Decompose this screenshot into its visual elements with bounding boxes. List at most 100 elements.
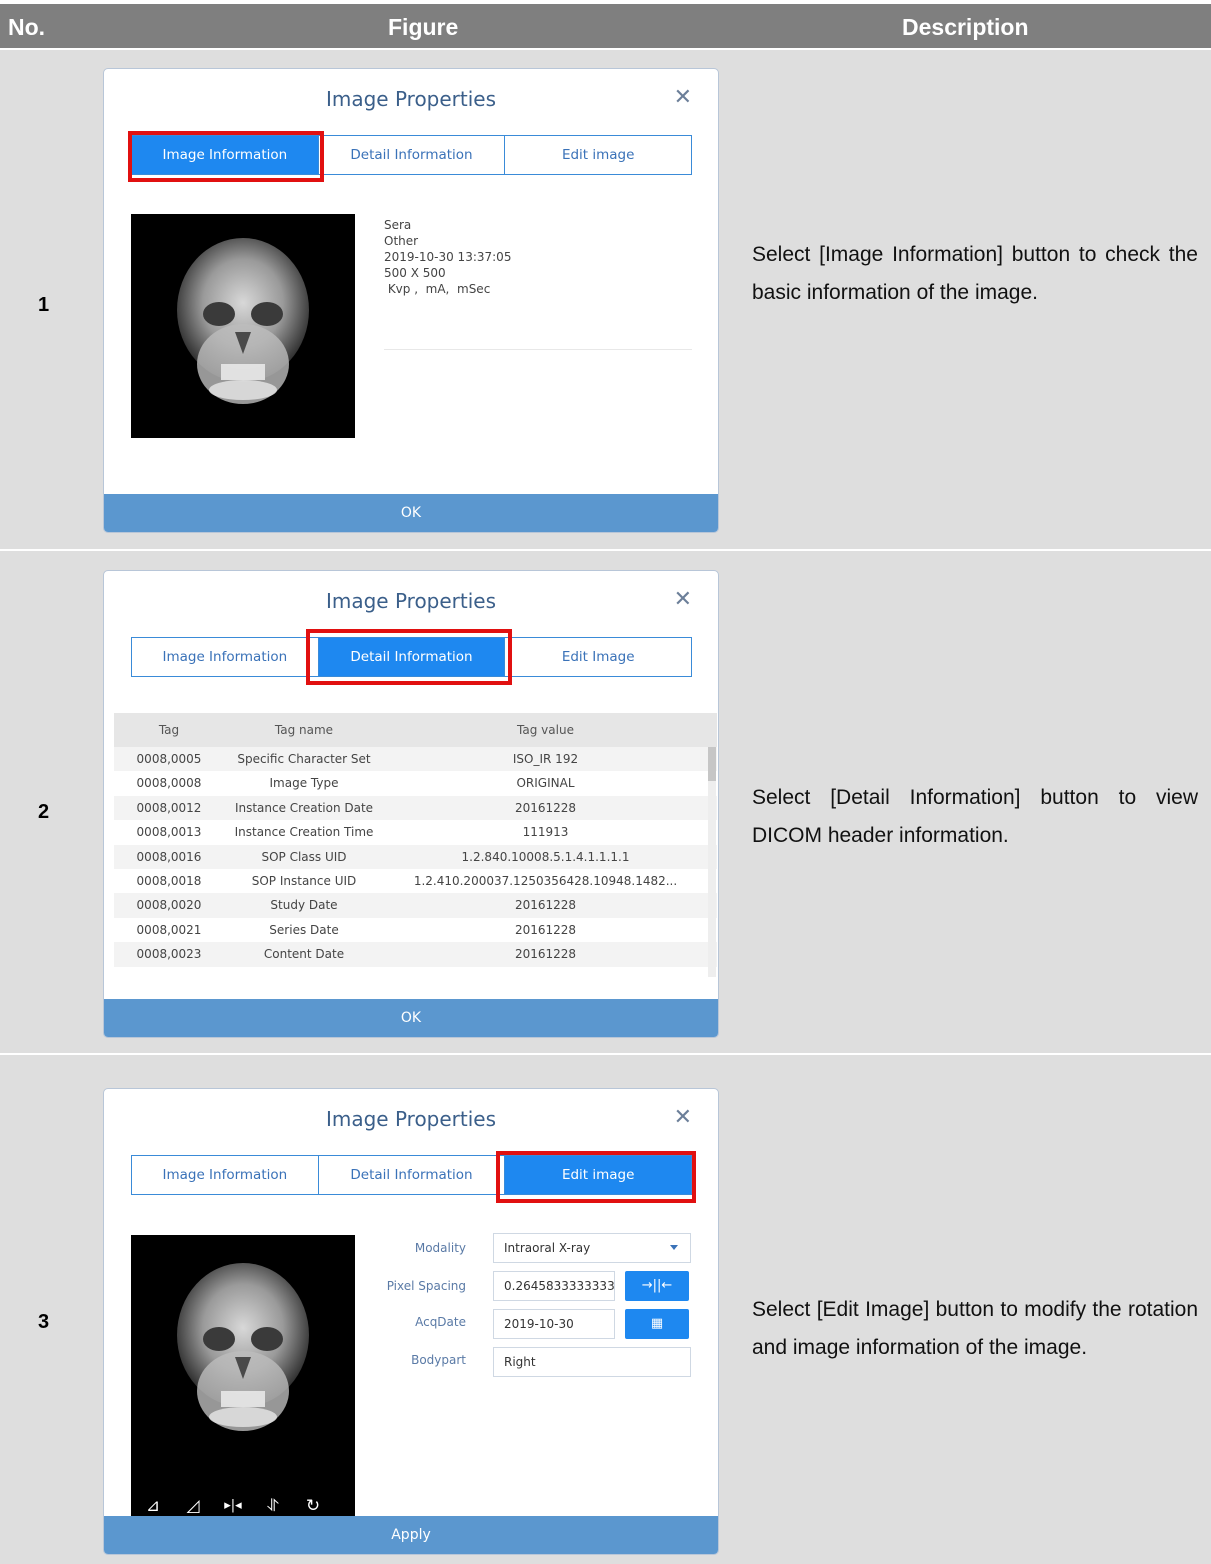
tab-bar: Image Information Detail Information Edi…	[131, 637, 692, 677]
tag-name-cell: Image Type	[269, 776, 339, 791]
ok-button[interactable]: OK	[104, 494, 718, 532]
tag-cell: 0008,0020	[136, 898, 202, 913]
table-row[interactable]: 0008,0023 Content Date 20161228	[114, 942, 717, 967]
tag-name-cell: SOP Class UID	[261, 849, 347, 864]
dialog-title: Image Properties	[325, 87, 497, 111]
tag-value-cell: 1.2.410.200037.1250356428.10948.1482...	[413, 873, 678, 888]
image-properties-dialog: Image Properties ✕ Image Information Det…	[103, 68, 719, 533]
dialog-title: Image Properties	[325, 589, 497, 613]
table-row[interactable]: 0008,0018 SOP Instance UID 1.2.410.200037.…	[114, 869, 717, 893]
scrollbar-thumb[interactable]	[708, 747, 716, 781]
apply-button[interactable]: Apply	[104, 1516, 718, 1554]
skull-image	[177, 238, 309, 404]
tag-cell: 0008,0023	[136, 947, 202, 962]
tag-name-cell: Instance Creation Time	[234, 825, 374, 840]
acqdate-input[interactable]: 2019-10-30	[493, 1309, 615, 1339]
tab-edit-image[interactable]: Edit image	[505, 1156, 692, 1194]
tag-cell: 0008,0008	[136, 776, 202, 791]
chevron-down-icon	[670, 1245, 678, 1250]
tag-value-cell: ISO_IR 192	[512, 752, 579, 766]
table-row[interactable]: 0008,0008 Image Type ORIGINAL	[114, 771, 717, 795]
tag-name-cell: Study Date	[270, 898, 338, 913]
ok-button[interactable]: OK	[104, 999, 718, 1037]
table-row[interactable]: 0008,0013 Instance Creation Time 111913	[114, 820, 717, 844]
row-number: 2	[38, 801, 50, 823]
image-info-text: Sera Other 2019-10-30 13:37:05 500 X 500…	[384, 217, 511, 297]
dialog-title: Image Properties	[325, 1107, 497, 1131]
close-icon[interactable]: ✕	[674, 587, 692, 612]
tab-detail-information[interactable]: Detail Information	[319, 136, 506, 174]
info-size: 500 X 500	[384, 266, 446, 280]
info-modality: Other	[384, 234, 419, 248]
table-header-row: Tag Tag name Tag value	[114, 713, 717, 747]
calendar-button[interactable]: ▦	[625, 1309, 689, 1339]
tag-cell: 0008,0021	[136, 922, 202, 937]
pixel-spacing-label: Pixel Spacing	[386, 1279, 466, 1293]
tab-bar: Image Information Detail Information Edi…	[131, 135, 692, 175]
calendar-icon: ▦	[650, 1316, 664, 1331]
bodypart-label: Bodypart	[411, 1353, 466, 1367]
tag-name-cell: Content Date	[263, 947, 345, 962]
image-properties-dialog: Image Properties ✕ Image Information Det…	[103, 570, 719, 1038]
tag-name-cell: Series Date	[269, 922, 339, 937]
tag-cell: 0008,0016	[136, 849, 202, 864]
table-header: No. Figure Description	[0, 4, 1211, 48]
divider	[384, 349, 692, 350]
tag-value-cell: 20161228	[514, 898, 577, 913]
bodypart-input[interactable]: Right	[493, 1347, 691, 1377]
tag-value-cell: ORIGINAL	[516, 776, 575, 791]
modality-select[interactable]: Intraoral X-ray	[493, 1233, 691, 1263]
modality-value: Intraoral X-ray	[504, 1241, 591, 1255]
tag-value-cell: 20161228	[514, 800, 577, 815]
info-exposure: Kvp , mA, mSec	[384, 282, 491, 296]
table-row-1: 1 Image Properties ✕ Image Information D…	[0, 50, 1211, 549]
table-row[interactable]: 0008,0012 Instance Creation Date 20161228	[114, 795, 717, 821]
modality-label: Modality	[414, 1241, 466, 1255]
tag-name-cell: Specific Character Set	[237, 752, 371, 766]
calibrate-button[interactable]: →||←	[625, 1271, 689, 1301]
tag-value-cell: 1.2.840.10008.5.1.4.1.1.1.1	[461, 849, 630, 864]
tab-image-information[interactable]: Image Information	[132, 136, 319, 174]
xray-image	[131, 214, 355, 438]
tag-cell: 0008,0005	[136, 752, 202, 766]
tag-value-cell: 20161228	[514, 922, 577, 937]
tab-edit-image[interactable]: Edit image	[505, 136, 691, 174]
table-row[interactable]: 0008,0020 Study Date 20161228	[114, 893, 717, 918]
row-number: 3	[38, 1311, 50, 1333]
tab-detail-information[interactable]: Detail Information	[319, 1156, 506, 1194]
header-figure: Figure	[388, 14, 459, 40]
tab-bar: Image Information Detail Information Edi…	[131, 1155, 692, 1195]
acqdate-label: AcqDate	[415, 1315, 466, 1329]
row-description: Select [Edit Image] button to modify the…	[752, 1298, 1198, 1359]
image-properties-dialog: Image Properties ✕ Image Information Det…	[103, 1088, 719, 1555]
header-no: No.	[8, 14, 46, 40]
table-row[interactable]: 0008,0016 SOP Class UID 1.2.840.10008.5.1.…	[114, 844, 717, 869]
table-row-3: 3 Image Properties ✕ Image Information D…	[0, 1055, 1211, 1564]
pixel-spacing-input[interactable]: 0.2645833333333	[493, 1271, 615, 1301]
tag-value-cell: 111913	[522, 825, 569, 840]
table-body: 0008,0005 Specific Character Set ISO_IR 19…	[114, 747, 717, 967]
tag-name-cell: SOP Instance UID	[251, 873, 357, 888]
row-number: 1	[38, 294, 50, 316]
tab-image-information[interactable]: Image Information	[132, 638, 319, 676]
tab-image-information[interactable]: Image Information	[132, 1156, 319, 1194]
tab-edit-image[interactable]: Edit Image	[505, 638, 691, 676]
tag-cell: 0008,0013	[136, 825, 202, 840]
dicom-tag-table: Tag Tag name Tag value 0008,0005 Specific…	[114, 713, 717, 967]
tag-value-cell: 20161228	[514, 947, 577, 962]
info-datetime: 2019-10-30 13:37:05	[384, 250, 512, 264]
close-icon[interactable]: ✕	[674, 1105, 692, 1130]
scrollbar-track[interactable]	[708, 747, 716, 977]
column-header-tag-name: Tag name	[274, 723, 334, 737]
row-description: Select [Detail Information] button to vi…	[752, 786, 1198, 847]
header-description: Description	[902, 14, 1029, 40]
tab-detail-information[interactable]: Detail Information	[318, 638, 506, 676]
table-row[interactable]: 0008,0021 Series Date 20161228	[114, 918, 717, 942]
table-row[interactable]: 0008,0005 Specific Character Set ISO_IR 19…	[114, 747, 717, 772]
close-icon[interactable]: ✕	[674, 85, 692, 110]
table-row-2: 2 Image Properties ✕ Image Information D…	[0, 551, 1211, 1053]
row-description: Select [Image Information] button to che…	[752, 243, 1198, 304]
column-header-tag: Tag	[158, 723, 180, 737]
column-header-tag-value: Tag value	[517, 723, 574, 737]
info-patient: Sera	[384, 218, 412, 232]
